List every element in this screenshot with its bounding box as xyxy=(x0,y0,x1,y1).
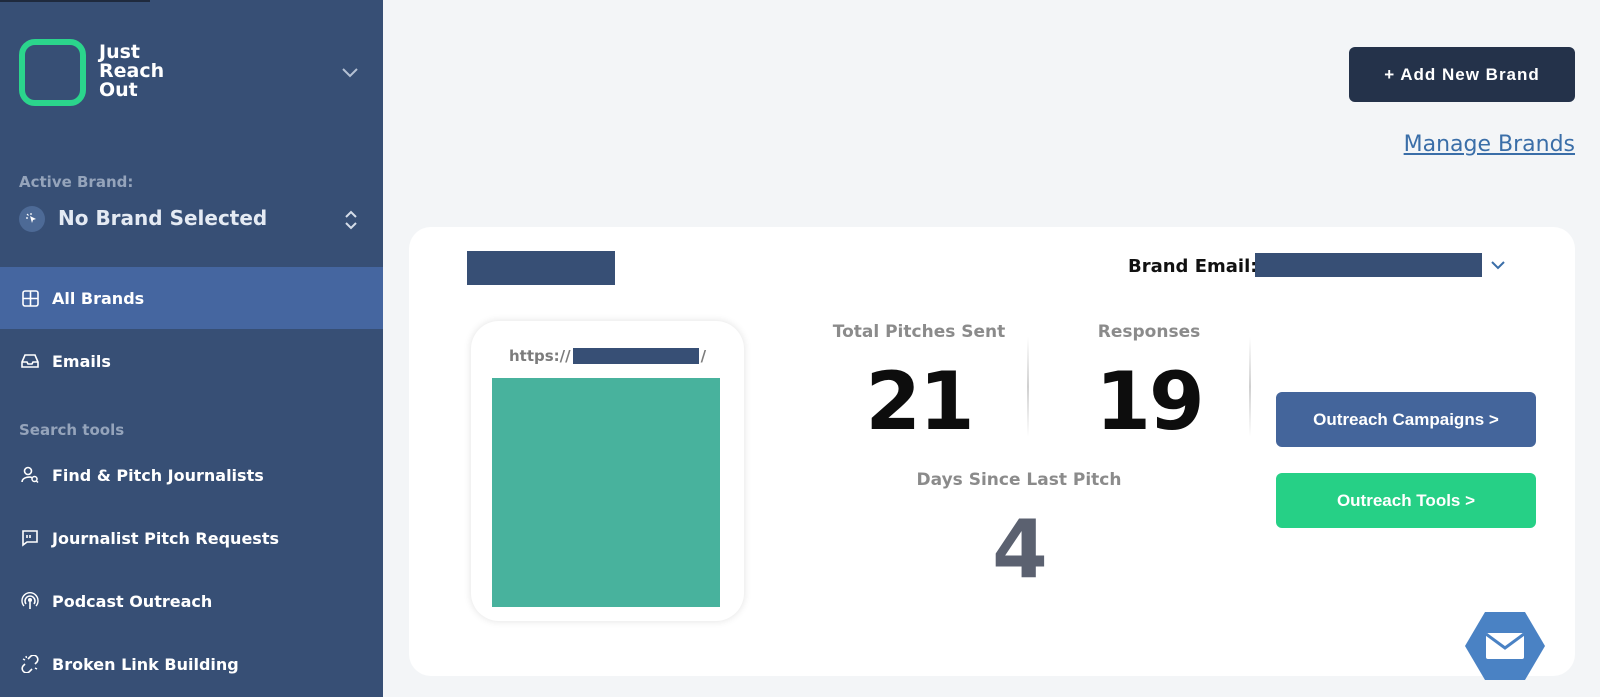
sidebar-item-podcast-outreach[interactable]: Podcast Outreach xyxy=(0,570,383,632)
brand-email-label: Brand Email: xyxy=(1128,256,1258,277)
stat-divider xyxy=(1027,337,1029,437)
sidebar: Just Reach Out Active Brand: No Brand Se… xyxy=(0,0,383,697)
sidebar-item-find-pitch-journalists[interactable]: Find & Pitch Journalists xyxy=(0,444,383,506)
days-since-label: Days Since Last Pitch xyxy=(916,470,1122,490)
active-brand-label: Active Brand: xyxy=(19,173,134,191)
responses-label: Responses xyxy=(1097,322,1201,342)
logo-icon xyxy=(19,39,86,106)
days-since-value: 4 xyxy=(992,503,1048,596)
chevron-updown-icon[interactable] xyxy=(341,207,361,233)
grid-icon xyxy=(20,288,40,308)
add-new-brand-button[interactable]: + Add New Brand xyxy=(1349,47,1575,102)
mail-icon[interactable] xyxy=(1465,610,1545,682)
quote-chat-icon xyxy=(20,528,40,548)
chevron-down-icon[interactable] xyxy=(340,62,360,82)
top-accent-line xyxy=(0,0,150,2)
total-pitches-label: Total Pitches Sent xyxy=(832,322,1006,342)
sidebar-item-emails[interactable]: Emails xyxy=(0,330,383,392)
podcast-icon xyxy=(20,591,40,611)
brand-email-select[interactable] xyxy=(1255,253,1482,277)
logo-text: Just Reach Out xyxy=(99,41,165,101)
active-brand-selector[interactable]: No Brand Selected xyxy=(58,206,267,230)
inbox-icon xyxy=(20,351,40,371)
website-preview[interactable]: https:// / xyxy=(471,321,744,621)
website-thumbnail xyxy=(492,378,720,607)
outreach-tools-button[interactable]: Outreach Tools > xyxy=(1276,473,1536,528)
manage-brands-link[interactable]: Manage Brands xyxy=(1404,132,1575,157)
responses-value: 19 xyxy=(1095,355,1204,448)
sidebar-item-all-brands[interactable]: All Brands xyxy=(0,267,383,329)
chevron-down-icon[interactable] xyxy=(1489,256,1507,274)
brand-card: Brand Email: https:// / Total Pitches Se… xyxy=(409,227,1575,676)
user-search-icon xyxy=(20,465,40,485)
broken-link-icon xyxy=(20,654,40,674)
pointer-click-icon xyxy=(19,206,45,232)
sidebar-item-broken-link-building[interactable]: Broken Link Building xyxy=(0,633,383,695)
redacted-domain xyxy=(572,348,699,364)
section-label-search-tools: Search tools xyxy=(19,421,125,439)
outreach-campaigns-button[interactable]: Outreach Campaigns > xyxy=(1276,392,1536,447)
redacted-brand-name xyxy=(467,251,615,285)
stat-divider xyxy=(1249,337,1251,437)
website-url: https:// / xyxy=(509,347,707,365)
total-pitches-value: 21 xyxy=(865,355,974,448)
sidebar-item-journalist-pitch-requests[interactable]: Journalist Pitch Requests xyxy=(0,507,383,569)
